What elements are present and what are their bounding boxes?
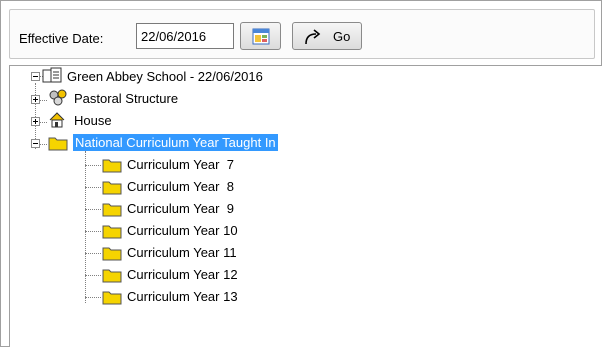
expand-toggle[interactable] bbox=[31, 117, 40, 126]
redo-arrow-icon bbox=[305, 29, 321, 45]
tree-connector bbox=[85, 275, 101, 277]
effective-date-input[interactable] bbox=[136, 23, 234, 49]
collapse-toggle[interactable] bbox=[31, 139, 40, 148]
tree-item-pastoral-structure[interactable]: Pastoral Structure bbox=[31, 89, 231, 109]
tree-item-label: Curriculum Year 11 bbox=[127, 245, 237, 260]
go-label: Go bbox=[333, 29, 351, 44]
tree-item-curriculum-year[interactable]: Curriculum Year 11 bbox=[85, 243, 285, 263]
house-icon bbox=[49, 112, 65, 128]
folder-icon bbox=[102, 225, 122, 239]
folder-icon bbox=[102, 269, 122, 283]
tree-item-label: Curriculum Year 13 bbox=[127, 289, 238, 304]
tree-item-label: Curriculum Year 9 bbox=[127, 201, 234, 216]
tree-item-label: House bbox=[74, 113, 112, 128]
tree-item-curriculum-year[interactable]: Curriculum Year 7 bbox=[85, 155, 285, 175]
tree-item-curriculum-year[interactable]: Curriculum Year 9 bbox=[85, 199, 285, 219]
effective-date-label: Effective Date: bbox=[19, 31, 104, 46]
tree-item-curriculum-year[interactable]: Curriculum Year 8 bbox=[85, 177, 285, 197]
window: Effective Date: Go Green bbox=[0, 0, 602, 347]
tree-item-curriculum-year[interactable]: Curriculum Year 12 bbox=[85, 265, 285, 285]
tree-connector bbox=[85, 253, 101, 255]
school-icon bbox=[42, 67, 62, 83]
tree-item-label: Curriculum Year 8 bbox=[127, 179, 234, 194]
tree-connector bbox=[85, 187, 101, 189]
folder-icon bbox=[102, 291, 122, 305]
tree-root-node[interactable]: Green Abbey School - 22/06/2016 bbox=[25, 67, 325, 87]
tree-item-curriculum-year[interactable]: Curriculum Year 10 bbox=[85, 221, 285, 241]
tree-connector bbox=[85, 297, 101, 299]
expand-toggle[interactable] bbox=[31, 95, 40, 104]
folder-icon bbox=[102, 247, 122, 261]
pastoral-structure-icon bbox=[49, 89, 67, 106]
tree-item-house[interactable]: House bbox=[31, 111, 231, 131]
tree-root-label: Green Abbey School - 22/06/2016 bbox=[67, 69, 263, 84]
tree-item-label: Curriculum Year 12 bbox=[127, 267, 238, 282]
tree-item-label: National Curriculum Year Taught In bbox=[73, 134, 278, 151]
tree-item-label: Curriculum Year 7 bbox=[127, 157, 234, 172]
go-button[interactable]: Go bbox=[292, 22, 362, 50]
calendar-button[interactable] bbox=[240, 22, 281, 50]
tree-item-label: Pastoral Structure bbox=[74, 91, 179, 106]
collapse-toggle[interactable] bbox=[31, 72, 40, 81]
tree-connector bbox=[85, 231, 101, 233]
folder-icon bbox=[102, 203, 122, 217]
folder-icon bbox=[102, 181, 122, 195]
tree-item-label: Curriculum Year 10 bbox=[127, 223, 238, 238]
tree-item-national-curriculum[interactable]: National Curriculum Year Taught In bbox=[31, 133, 351, 153]
folder-icon bbox=[48, 137, 68, 151]
tree-item-curriculum-year[interactable]: Curriculum Year 13 bbox=[85, 287, 285, 307]
folder-icon bbox=[102, 159, 122, 173]
tree-connector bbox=[85, 209, 101, 211]
tree-connector bbox=[85, 165, 101, 167]
calendar-icon bbox=[252, 28, 270, 45]
